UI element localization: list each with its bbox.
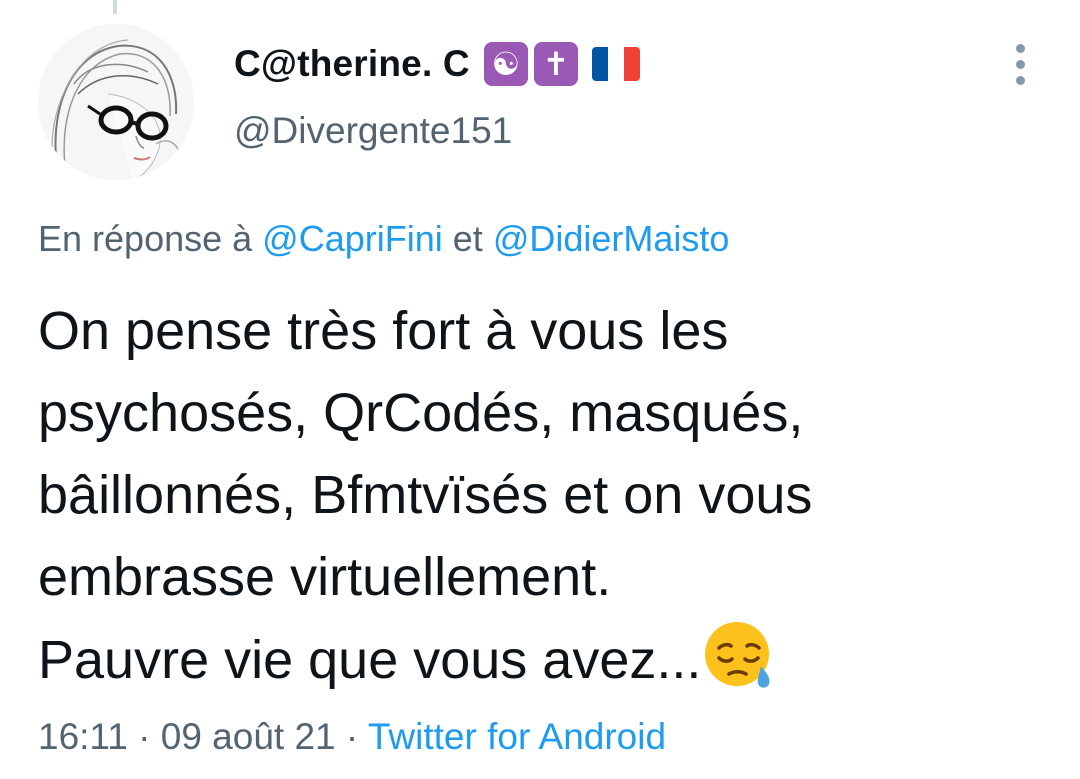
avatar-sketch-icon	[38, 24, 194, 180]
sad-relieved-face-with-sweat-icon	[705, 622, 770, 688]
avatar[interactable]	[38, 24, 194, 180]
reply-prefix: En réponse à	[38, 218, 253, 259]
france-flag-icon	[591, 47, 640, 81]
tweet-text-line: On pense très fort à vous les	[38, 301, 729, 361]
tweet-text-line: embrasse virtuellement.	[38, 547, 612, 607]
display-name-row: C@therine. C ☯ ✝	[234, 36, 640, 92]
tweet-date: 09 août 21	[160, 716, 336, 757]
tweet-text-line: Pauvre vie que vous avez...	[38, 630, 702, 690]
tweet-source-link[interactable]: Twitter for Android	[368, 716, 666, 757]
user-handle[interactable]: @Divergente151	[234, 110, 640, 152]
meta-separator: ·	[345, 716, 359, 757]
tweet-author: C@therine. C ☯ ✝ @Divergente151	[234, 36, 640, 186]
mention-link[interactable]: @DidierMaisto	[493, 218, 730, 259]
tweet-text-line: bâillonnés, Bfmtvïsés et on vous	[38, 465, 813, 525]
tweet-text-line-last: Pauvre vie que vous avez...	[38, 618, 1048, 701]
reply-context: En réponse à @CapriFini et @DidierMaisto	[38, 218, 729, 260]
tweet-text: On pense très fort à vous les psychosés,…	[38, 290, 1048, 701]
thread-connector-line	[113, 0, 117, 14]
yin-yang-icon: ☯	[483, 42, 528, 86]
mention-link[interactable]: @CapriFini	[262, 218, 443, 259]
tweet-meta: 16:11 · 09 août 21 · Twitter for Android	[38, 716, 666, 758]
tweet-text-line: psychosés, QrCodés, masqués,	[38, 383, 804, 443]
meta-separator: ·	[138, 716, 151, 757]
more-options-icon[interactable]	[1002, 40, 1038, 88]
display-name[interactable]: C@therine. C	[234, 43, 470, 85]
latin-cross-icon: ✝	[533, 42, 578, 86]
tweet-time: 16:11	[38, 716, 128, 757]
reply-separator: et	[452, 218, 483, 259]
